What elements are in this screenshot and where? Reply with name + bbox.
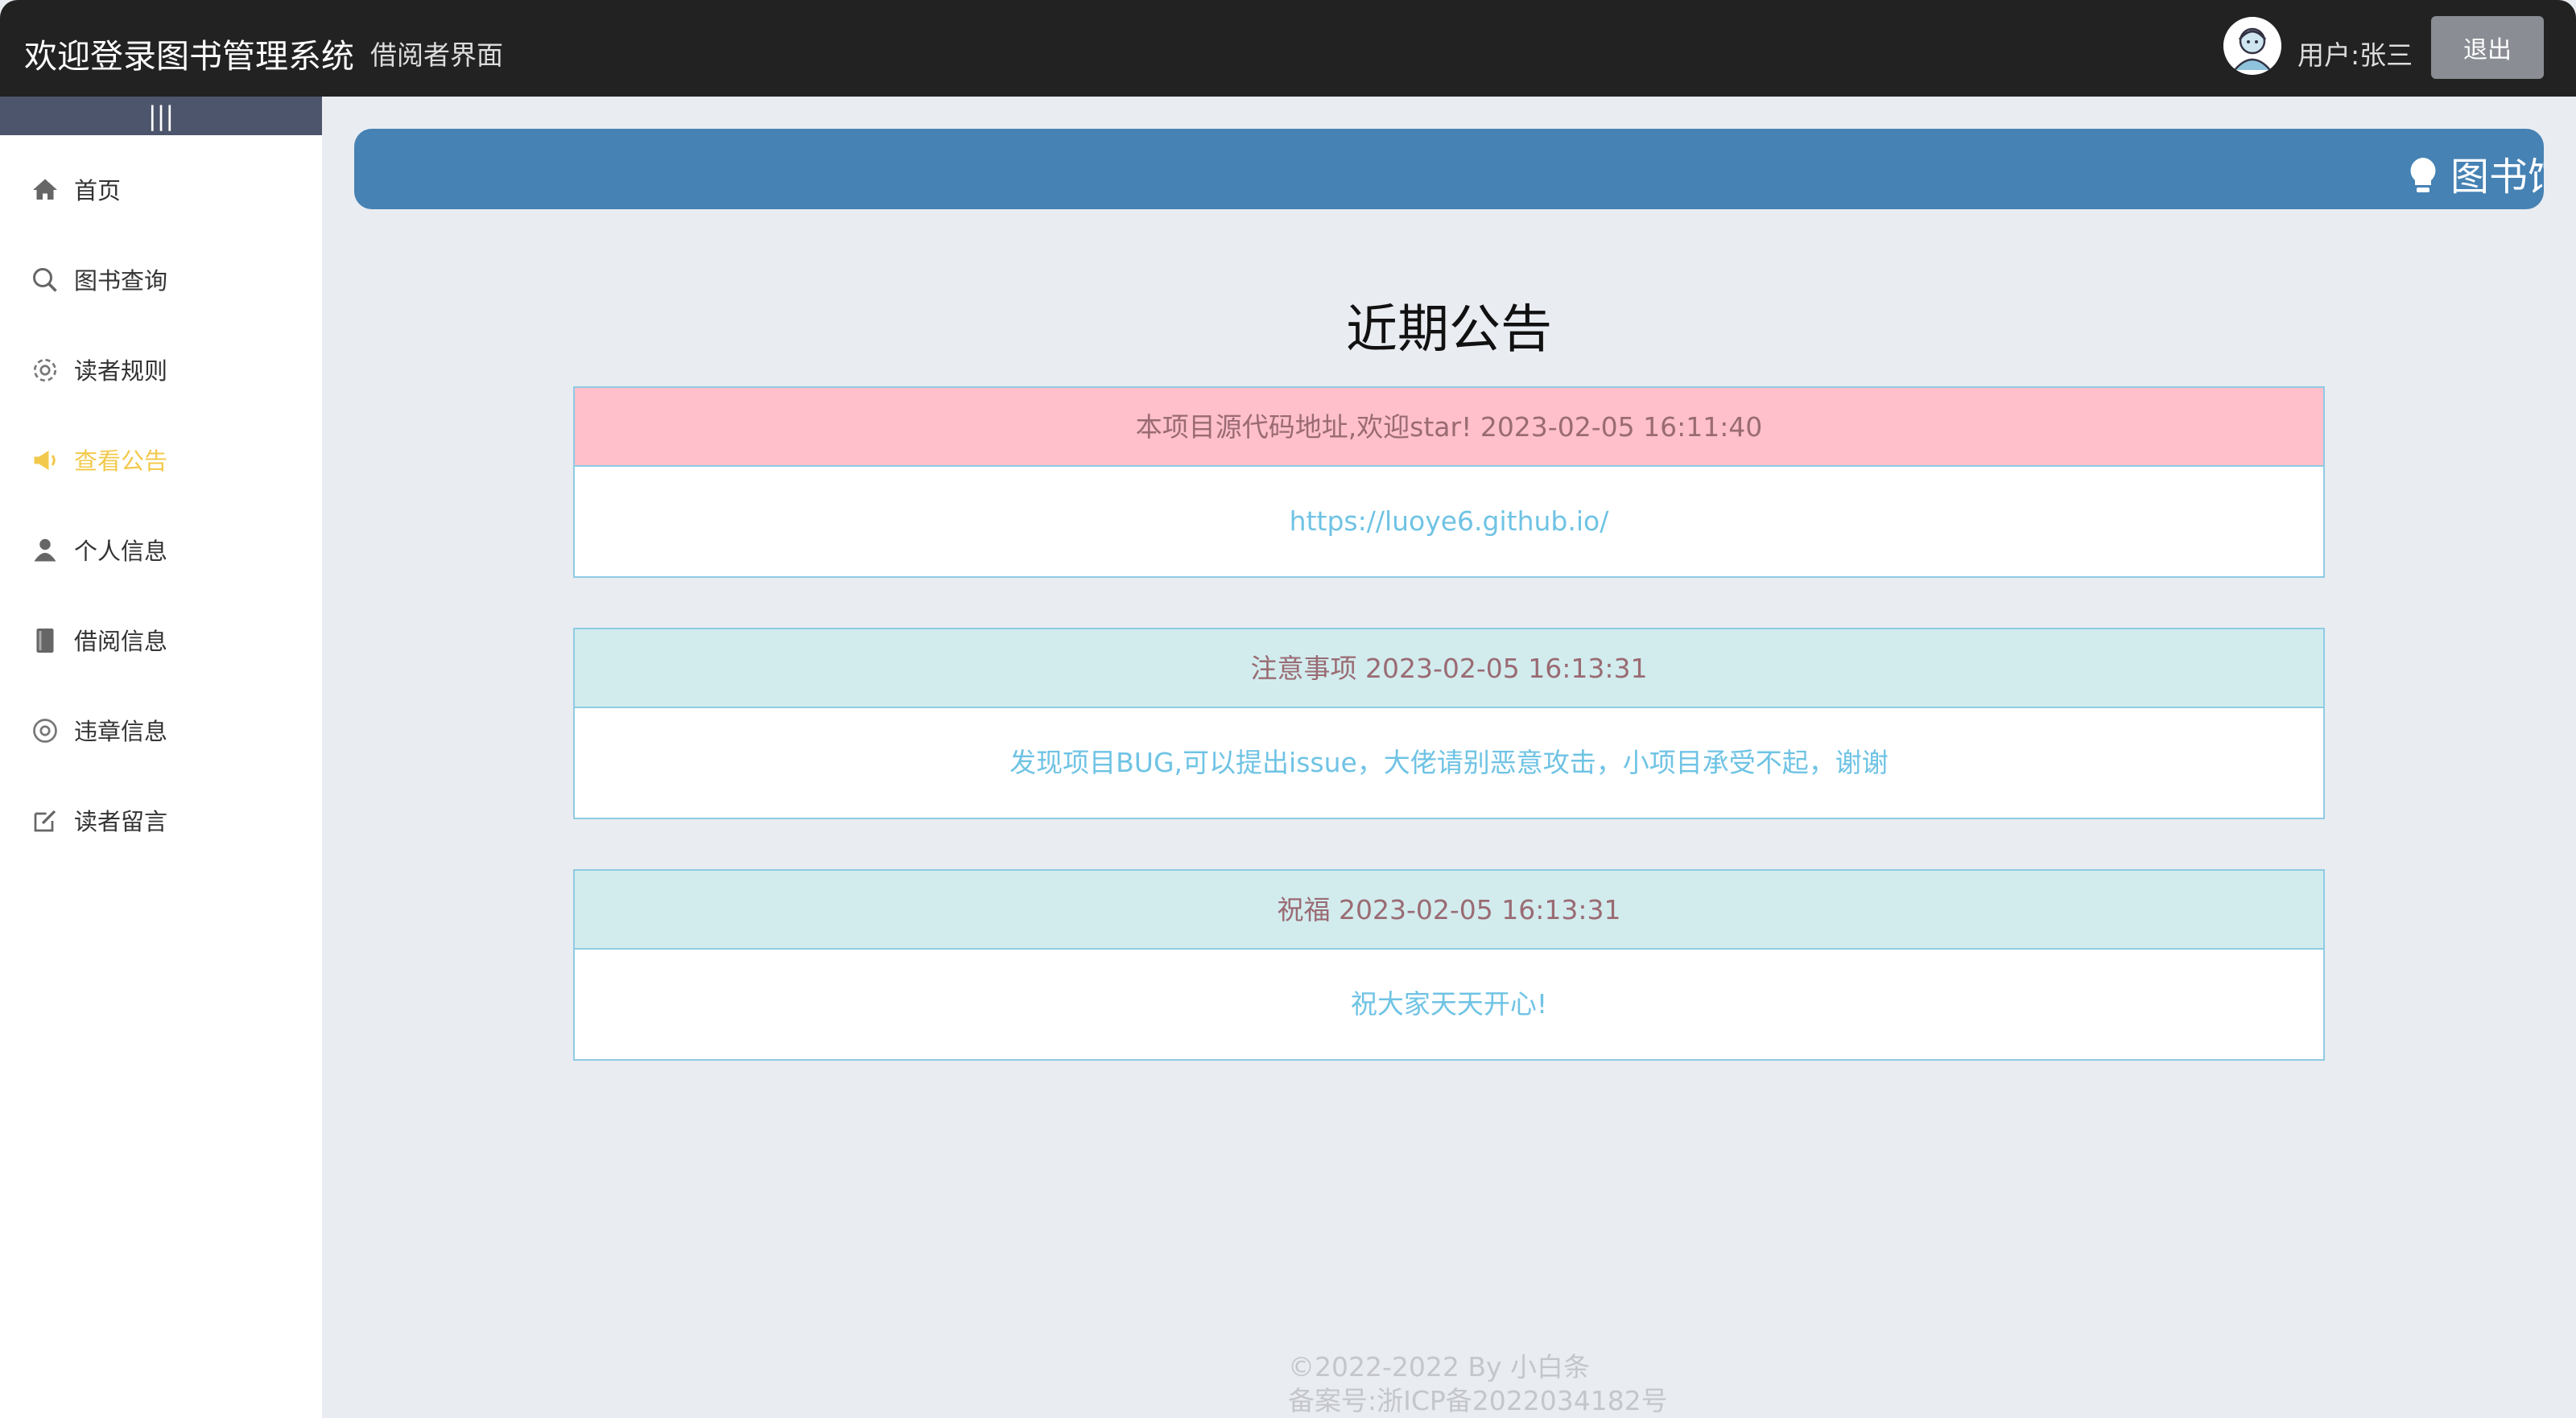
avatar[interactable] xyxy=(2223,17,2281,75)
sidebar-item-label: 首页 xyxy=(74,177,122,204)
page-title: 近期公告 xyxy=(1346,300,1552,360)
announcement-body: 祝大家天天开心! xyxy=(1350,988,1548,1020)
avatar-icon xyxy=(2223,17,2281,75)
announcement-heading: 注意事项 2023-02-05 16:13:31 xyxy=(575,629,2323,708)
marquee-content: 图书馆 xyxy=(2407,145,2544,201)
announcement-card: 祝福 2023-02-05 16:13:31 祝大家天天开心! xyxy=(573,869,2325,1061)
home-icon xyxy=(33,179,57,200)
footer-icp[interactable]: 备案号:浙ICP备2022034182号 xyxy=(1288,1384,1668,1418)
book-icon xyxy=(36,629,54,653)
app-title: 欢迎登录图书管理系统 xyxy=(24,37,354,76)
footer-copyright: ©2022-2022 By 小白条 xyxy=(1288,1351,1591,1383)
sidebar-item-borrow-info[interactable]: 借阅信息 xyxy=(0,596,322,686)
collapse-toggle[interactable]: ||| xyxy=(0,97,322,135)
sidebar-item-label: 个人信息 xyxy=(74,538,168,565)
sidebar-item-announcements[interactable]: 查看公告 xyxy=(0,415,322,505)
megaphone-icon xyxy=(34,451,56,470)
logout-button[interactable]: 退出 xyxy=(2431,16,2544,79)
sidebar-item-label: 违章信息 xyxy=(74,718,168,745)
announcement-marquee: 图书馆 xyxy=(354,129,2544,209)
sidebar-item-violation-info[interactable]: 违章信息 xyxy=(0,686,322,776)
user-icon xyxy=(34,538,56,562)
announcement-card: 注意事项 2023-02-05 16:13:31 发现项目BUG,可以提出iss… xyxy=(573,628,2325,819)
sidebar-item-home[interactable]: 首页 xyxy=(0,145,322,235)
top-header: 欢迎登录图书管理系统 借阅者界面 用户:张三 退出 xyxy=(0,0,2576,97)
announcement-body: 发现项目BUG,可以提出issue，大佬请别恶意攻击，小项目承受不起，谢谢 xyxy=(1009,747,1889,778)
announcement-heading: 本项目源代码地址,欢迎star! 2023-02-05 16:11:40 xyxy=(575,388,2323,467)
sidebar-item-label: 查看公告 xyxy=(74,447,168,475)
sidebar-item-reader-message[interactable]: 读者留言 xyxy=(0,776,322,866)
announcement-link[interactable]: https://luoye6.github.io/ xyxy=(575,467,2323,576)
lightbulb-icon xyxy=(2410,158,2436,192)
username-label: 用户:张三 xyxy=(2297,39,2413,71)
marquee-text: 图书馆 xyxy=(2450,155,2544,200)
announcement-heading: 祝福 2023-02-05 16:13:31 xyxy=(575,871,2323,950)
footer: ©2022-2022 By 小白条 备案号:浙ICP备2022034182号 xyxy=(1288,1350,1668,1418)
sidebar-item-label: 借阅信息 xyxy=(74,628,168,655)
app-subtitle: 借阅者界面 xyxy=(370,39,503,71)
sidebar-item-label: 读者留言 xyxy=(74,808,168,835)
announcement-card: 本项目源代码地址,欢迎star! 2023-02-05 16:11:40 htt… xyxy=(573,386,2325,578)
edit-icon xyxy=(34,810,56,832)
violation-icon xyxy=(33,719,57,743)
sidebar-item-personal-info[interactable]: 个人信息 xyxy=(0,505,322,596)
